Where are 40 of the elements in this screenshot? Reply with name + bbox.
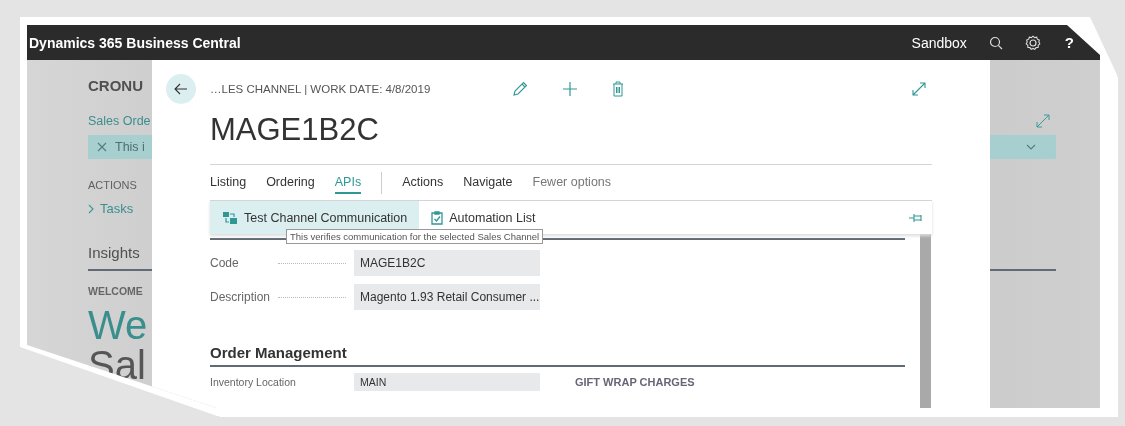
menu-tab[interactable]: Ordering xyxy=(266,171,315,194)
field-label: Inventory Location xyxy=(210,376,297,388)
input-field[interactable]: MAGE1B2C xyxy=(354,250,540,276)
field-label: Code xyxy=(210,256,240,270)
scrollbar[interactable] xyxy=(920,234,931,408)
field-label: Description xyxy=(210,290,270,304)
breadcrumb: …LES CHANNEL | WORK DATE: 4/8/2019 xyxy=(210,83,432,95)
notification-text: This i xyxy=(115,140,145,154)
actions-heading: ACTIONS xyxy=(88,179,137,191)
input-field[interactable]: Magento 1.93 Retail Consumer ... xyxy=(354,284,540,310)
settings-icon[interactable] xyxy=(1024,34,1041,51)
company-name: CRONU xyxy=(88,77,143,96)
menu-tab[interactable]: Listing xyxy=(210,171,247,194)
input-field[interactable]: MAIN xyxy=(354,373,540,391)
app-title: Dynamics 365 Business Central xyxy=(29,34,241,51)
close-icon[interactable] xyxy=(97,142,107,152)
plus-icon[interactable] xyxy=(562,81,578,97)
back-button[interactable] xyxy=(166,74,196,104)
expand-icon[interactable] xyxy=(912,82,926,96)
menu-tab[interactable]: APIs xyxy=(334,171,362,194)
back-arrow-icon xyxy=(174,83,188,95)
chevron-right-icon[interactable] xyxy=(88,203,94,214)
menu-tab[interactable]: Navigate xyxy=(463,171,513,194)
record-title: MAGE1B2C xyxy=(210,111,380,149)
menu-tab[interactable]: Actions xyxy=(402,171,444,194)
tooltip: This verifies communication for the selected Sales Channel xyxy=(286,229,544,244)
headline-text: We xyxy=(88,305,148,345)
chevron-down-icon[interactable] xyxy=(1026,144,1036,150)
pin-icon[interactable] xyxy=(908,212,924,223)
fewer-options-link[interactable]: Fewer options xyxy=(532,171,612,194)
welcome-label: WELCOME xyxy=(88,285,143,297)
environment-name: Sandbox xyxy=(911,34,967,51)
trash-icon[interactable] xyxy=(612,81,624,97)
search-icon[interactable] xyxy=(988,35,1003,50)
section-heading: Order Management xyxy=(210,344,905,367)
pencil-icon[interactable] xyxy=(512,81,528,97)
expand-icon[interactable] xyxy=(1036,114,1050,128)
clipboard-check-icon xyxy=(431,210,444,225)
group-heading: GIFT WRAP CHARGES xyxy=(575,376,695,388)
help-button[interactable]: ? xyxy=(1064,34,1074,51)
